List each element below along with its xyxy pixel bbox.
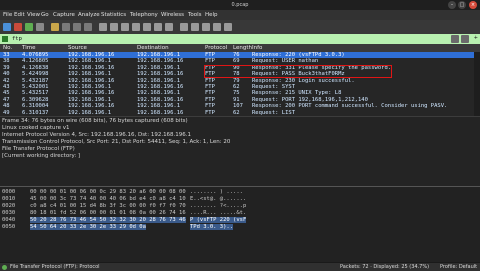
menu-statistics[interactable]: Statistics (101, 12, 126, 18)
window-title: 0.pcap (231, 2, 249, 8)
menu-wireless[interactable]: Wireless (161, 12, 184, 18)
packet-list[interactable]: 33 4.076895 192.168.196.16 192.168.196.1 FTP… (0, 52, 474, 117)
last-packet-icon[interactable] (154, 23, 162, 31)
hex-bytes[interactable]: 80 18 01 fd 52 06 00 00 01 01 08 0a 00 2… (30, 210, 186, 216)
column-no[interactable]: No. (3, 45, 12, 51)
status-protocol: File Transfer Protocol (FTP): Protocol (10, 264, 100, 270)
options-icon[interactable] (36, 23, 44, 31)
title-bar: 0.pcap – □ × (0, 0, 480, 10)
menu-view[interactable]: View (27, 12, 40, 18)
restart-capture-icon[interactable] (25, 23, 33, 31)
status-packets: Packets: 72 · Displayed: 25 (34.7%) (340, 264, 430, 270)
display-filter-input[interactable]: ftp (12, 36, 22, 42)
detail-frame[interactable]: Frame 34: 76 bytes on wire (608 bits), 7… (2, 118, 188, 124)
column-length[interactable]: Length (233, 45, 252, 51)
add-filter-button-icon[interactable]: + (474, 35, 478, 41)
open-file-icon[interactable] (51, 23, 59, 31)
hex-bytes[interactable]: c0 a8 c4 01 00 15 d4 8b 3f 3c 00 00 f0 f… (30, 203, 186, 209)
minimize-button[interactable]: – (448, 1, 456, 9)
packet-details-pane[interactable]: Frame 34: 76 bytes on wire (608 bits), 7… (0, 116, 480, 187)
credentials-highlight-box (204, 65, 392, 78)
menu-tools[interactable]: Tools (188, 12, 202, 18)
column-time[interactable]: Time (22, 45, 35, 51)
column-destination[interactable]: Destination (137, 45, 169, 51)
hex-ascii[interactable]: TPd 3.0. 3).. (190, 224, 234, 230)
status-profile[interactable]: Profile: Default (440, 264, 477, 270)
detail-linux-cooked[interactable]: Linux cooked capture v1 (2, 125, 70, 131)
apply-filter-icon[interactable] (461, 35, 469, 43)
clear-filter-icon[interactable] (451, 35, 459, 43)
menu-capture[interactable]: Capture (53, 12, 75, 18)
hex-ascii[interactable]: P (vsFTP 220 (vsF (190, 217, 247, 223)
packet-list-scrollbar[interactable] (474, 52, 480, 116)
hex-ascii[interactable]: E..<st@. @....... (190, 196, 246, 202)
menu-analyze[interactable]: Analyze (78, 12, 100, 18)
reload-icon[interactable] (84, 23, 92, 31)
menu-telephony[interactable]: Telephony (130, 12, 158, 18)
go-to-packet-icon[interactable] (132, 23, 140, 31)
menu-edit[interactable]: Edit (14, 12, 25, 18)
status-ready-icon[interactable] (2, 264, 7, 270)
hex-bytes[interactable]: 00 00 00 01 00 06 00 0c 29 83 20 a6 00 0… (30, 189, 186, 195)
detail-ipv4[interactable]: Internet Protocol Version 4, Src: 192.16… (2, 132, 191, 138)
hex-offset: 0000 (2, 189, 16, 195)
go-forward-icon[interactable] (121, 23, 129, 31)
hex-ascii[interactable]: ....R... .....&t. (190, 210, 246, 216)
bookmark-icon[interactable] (2, 36, 8, 42)
hex-offset: 0010 (2, 196, 16, 202)
hex-offset: 0050 (2, 224, 16, 230)
menu-bar: File Edit View Go Capture Analyze Statis… (0, 10, 480, 20)
detail-tcp[interactable]: Transmission Control Protocol, Src Port:… (2, 139, 230, 145)
detail-cwd[interactable]: [Current working directory: ] (2, 153, 80, 159)
zoom-out-icon[interactable] (202, 23, 210, 31)
hex-offset: 0040 (2, 217, 16, 223)
column-info[interactable]: Info (252, 45, 262, 51)
hex-offset: 0030 (2, 210, 16, 216)
stop-capture-icon[interactable] (14, 23, 22, 31)
zoom-in-icon[interactable] (191, 23, 199, 31)
close-button[interactable]: × (469, 1, 477, 9)
go-back-icon[interactable] (110, 23, 118, 31)
hex-bytes[interactable]: 54 50 64 20 33 2e 30 2e 33 29 0d 0a (30, 224, 146, 230)
menu-go[interactable]: Go (41, 12, 49, 18)
column-source[interactable]: Source (68, 45, 87, 51)
colorize-icon[interactable] (180, 23, 188, 31)
menu-file[interactable]: File (3, 12, 12, 18)
first-packet-icon[interactable] (143, 23, 151, 31)
normal-size-icon[interactable] (213, 23, 221, 31)
hex-bytes[interactable]: 45 00 00 3c 73 74 40 00 40 06 bd e4 c0 a… (30, 196, 186, 202)
hex-bytes[interactable]: 50 20 28 76 73 46 54 50 32 32 30 20 28 7… (30, 217, 186, 223)
display-filter-bar: ftp + (0, 34, 480, 44)
save-file-icon[interactable] (62, 23, 70, 31)
hex-offset: 0020 (2, 203, 16, 209)
autoscroll-icon[interactable] (165, 23, 173, 31)
packet-bytes-pane[interactable]: 0000 00 00 00 01 00 06 00 0c 29 83 20 a6 … (0, 187, 480, 262)
close-file-icon[interactable] (73, 23, 81, 31)
find-packet-icon[interactable] (99, 23, 107, 31)
hex-ascii[interactable]: ........ ) ..... (190, 189, 243, 195)
resize-columns-icon[interactable] (224, 23, 232, 31)
column-protocol[interactable]: Protocol (205, 45, 227, 51)
menu-help[interactable]: Help (205, 12, 218, 18)
main-toolbar (0, 20, 480, 35)
hex-ascii[interactable]: ........ ?<.....p (190, 203, 246, 209)
maximize-button[interactable]: □ (458, 1, 466, 9)
detail-ftp[interactable]: File Transfer Protocol (FTP) (2, 146, 75, 152)
start-capture-icon[interactable] (3, 23, 11, 31)
